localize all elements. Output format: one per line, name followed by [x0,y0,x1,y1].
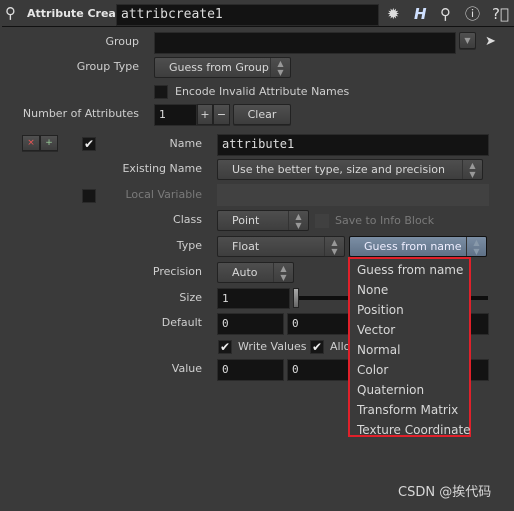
default-label: Default [161,316,202,329]
class-label: Class [173,213,202,226]
existing-name-label: Existing Name [122,162,202,175]
group-type-value: Guess from Group [169,61,269,74]
name-label: Name [169,137,202,150]
num-attrs-label: Number of Attributes [22,107,139,120]
node-icon[interactable]: ⚲ [5,3,16,23]
menu-item-none[interactable]: None [350,280,469,300]
num-attrs-field[interactable]: 1 [154,104,197,126]
clear-button[interactable]: Clear [233,104,291,125]
existing-name-value: Use the better type, size and precision [232,163,445,176]
write-values-label: Write Values [238,340,307,353]
updown-icon: ▲ ▼ [288,211,308,230]
save-info-label: Save to Info Block [335,214,435,227]
precision-label: Precision [152,265,202,278]
header-divider [2,26,514,27]
type-label: Type [176,239,202,252]
help-icon[interactable]: ?⃝ [492,4,509,24]
updown-icon: ▲ ▼ [324,237,344,256]
class-select[interactable]: Point ▲ ▼ [217,210,309,231]
save-info-checkbox [315,214,329,228]
precision-value: Auto [232,266,258,279]
type-value: Float [232,240,260,253]
group-type-select[interactable]: Guess from Group ▲ ▼ [154,57,291,78]
updown-icon: ▲ ▼ [466,237,486,256]
size-field[interactable]: 1 [217,288,290,309]
size-slider-handle[interactable] [293,288,299,308]
type-qualifier-value: Guess from name [364,240,462,253]
value-label: Value [171,362,202,375]
enable-attr-checkbox[interactable]: ✔ [82,137,96,151]
existing-name-select[interactable]: Use the better type, size and precision ▲… [217,159,483,180]
menu-item-guess-from-name[interactable]: Guess from name [350,260,469,280]
local-variable-label: Local Variable [125,188,202,201]
gear-icon[interactable]: ✹ [387,4,400,24]
node-name-field[interactable]: attribcreate1 [116,4,379,26]
type-qualifier-menu: Guess from name None Position Vector Nor… [348,257,471,437]
updown-icon: ▲ ▼ [462,160,482,179]
menu-item-quaternion[interactable]: Quaternion [350,380,469,400]
precision-select[interactable]: Auto ▲ ▼ [217,262,294,283]
group-type-label: Group Type [76,60,139,73]
watermark: CSDN @挨代码 [398,485,492,500]
local-variable-field [217,184,489,206]
remove-attr-button[interactable]: − [213,104,230,125]
updown-icon: ▲ ▼ [273,263,293,282]
local-variable-checkbox[interactable] [82,189,96,203]
menu-item-color[interactable]: Color [350,360,469,380]
class-value: Point [232,214,260,227]
type-select[interactable]: Float ▲ ▼ [217,236,345,257]
updown-icon: ▲ ▼ [270,58,290,77]
group-label: Group [105,35,140,48]
type-qualifier-select[interactable]: Guess from name ▲ ▼ [349,236,487,257]
group-dropdown-button[interactable]: ▼ [459,32,476,49]
menu-item-transform-matrix[interactable]: Transform Matrix [350,400,469,420]
menu-item-normal[interactable]: Normal [350,340,469,360]
search-icon[interactable]: ⚲ [440,4,451,24]
size-label: Size [179,291,202,304]
allow-checkbox[interactable]: ✔ [310,340,324,354]
value-field-1[interactable]: 0 [217,359,284,381]
insert-instance-button[interactable]: + [40,135,58,151]
menu-item-vector[interactable]: Vector [350,320,469,340]
group-field[interactable] [154,32,456,54]
menu-item-position[interactable]: Position [350,300,469,320]
add-attr-button[interactable]: + [197,104,213,125]
houdini-h-icon[interactable]: H [414,4,427,24]
menu-item-texture-coordinate[interactable]: Texture Coordinate [350,420,471,440]
encode-label: Encode Invalid Attribute Names [175,85,350,98]
node-type-label: Attribute Create [27,7,129,20]
select-arrow-icon[interactable]: ➤ [485,32,496,52]
info-icon[interactable]: ⓘ [465,4,480,24]
remove-instance-button[interactable]: × [22,135,40,151]
encode-checkbox[interactable] [154,85,168,99]
default-field-1[interactable]: 0 [217,313,284,335]
name-field[interactable]: attribute1 [217,134,489,156]
write-values-checkbox[interactable]: ✔ [218,340,232,354]
